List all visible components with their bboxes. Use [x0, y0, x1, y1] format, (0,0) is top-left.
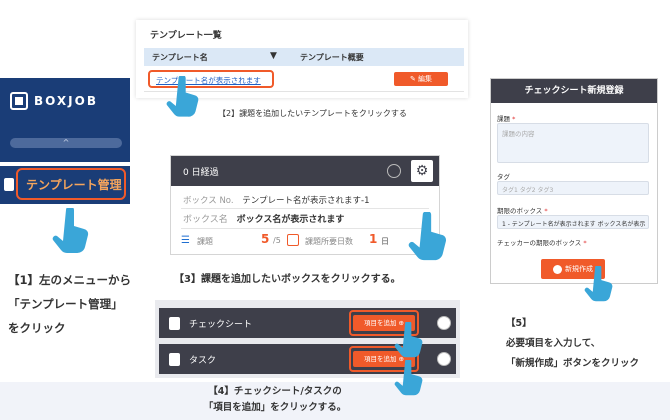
step5-caption: 【5】 必要項目を入力して、 「新規作成」ボタンをクリック [506, 314, 639, 374]
column-header-name[interactable]: テンプレート名 [152, 52, 208, 63]
box-number-label: ボックス No. [183, 196, 234, 206]
caption-line: 【5】 [506, 318, 532, 329]
textarea-placeholder: 課題の内容 [502, 130, 535, 138]
section-label: チェックシート [189, 320, 253, 330]
label-text: 課題 [497, 115, 510, 123]
box-card-header: 0 日経過 ⚙ [171, 156, 439, 186]
sidebar-menu: テンプレート管理 [0, 166, 130, 204]
label-text: 期限のボックス [497, 207, 543, 215]
add-item-label: 項目を追加 [363, 319, 397, 327]
checksheet-create-form: チェックシート新規登録 課題 * 課題の内容 タグ タグ1 タグ2 タグ3 期限… [490, 78, 658, 284]
section-label: タスク [189, 356, 217, 366]
task-list-icon [169, 353, 180, 366]
field-label-tag: タグ [497, 171, 510, 181]
days-value: 1 [369, 232, 378, 246]
task-label: 課題 [197, 237, 213, 246]
caption-line: をクリック [8, 321, 66, 335]
label-text: チェッカーの期限のボックス [497, 239, 582, 247]
caption-line: 「テンプレート管理」 [8, 297, 123, 311]
caption-line: 「項目を追加」をクリックする。 [203, 402, 347, 413]
pointing-hand-icon [584, 264, 614, 302]
step2-caption: 【2】課題を追加したいテンプレートをクリックする [218, 109, 407, 118]
toggle-circle-icon[interactable] [437, 316, 451, 330]
box-stats-row: ☰ 課題 5 /5 課題所要日数 1 日 [181, 232, 431, 250]
table-header: テンプレート名 ▼ テンプレート概要 [144, 48, 464, 66]
caption-line: 【4】チェックシート/タスクの [208, 386, 342, 397]
label-text: タグ [497, 173, 510, 181]
checksheet-icon [169, 317, 180, 330]
box-name-row: ボックス名 ボックス名が表示されます [183, 212, 344, 225]
panel-title: テンプレート一覧 [150, 31, 222, 41]
step1-caption: 【1】左のメニューから 「テンプレート管理」 をクリック [8, 268, 131, 340]
collapse-chevron-icon: ^ [62, 138, 70, 147]
form-title: チェックシート新規登録 [491, 79, 657, 103]
caption-line: 【1】左のメニューから [8, 273, 132, 287]
sidebar-collapse-button[interactable]: ^ [10, 138, 122, 148]
required-mark: * [512, 115, 516, 123]
pointing-hand-icon [408, 210, 448, 262]
pointing-hand-icon [394, 320, 424, 358]
toggle-circle-icon[interactable] [437, 352, 451, 366]
elapsed-days: 0 日経過 [183, 168, 219, 178]
box-number-row: ボックス No. テンプレート名が表示されます-1 [183, 194, 370, 206]
divider [181, 208, 429, 209]
edit-icon: ✎ [409, 75, 419, 83]
pointing-hand-icon [166, 74, 200, 118]
pointing-hand-icon [52, 206, 90, 254]
edit-button-label: 編集 [418, 75, 433, 83]
boxjob-logo: BOXJOB [10, 92, 98, 110]
calendar-icon [287, 234, 299, 246]
days-label: 課題所要日数 [305, 237, 353, 246]
sidebar-item-label: テンプレート管理 [26, 178, 122, 192]
status-circle-icon[interactable] [387, 164, 401, 178]
add-item-label: 項目を追加 [363, 355, 397, 363]
input-placeholder: タグ1 タグ2 タグ3 [502, 187, 554, 194]
field-label-checker-deadline: チェッカーの期限のボックス * [497, 237, 587, 247]
user-icon [553, 264, 562, 274]
box-name-value: ボックス名が表示されます [236, 215, 345, 225]
document-icon [4, 178, 14, 191]
divider [181, 228, 429, 229]
pointing-hand-icon [394, 358, 424, 396]
task-count: 5 [261, 232, 270, 246]
days-unit: 日 [381, 237, 389, 246]
sort-arrow-icon[interactable]: ▼ [270, 51, 277, 61]
box-name-label: ボックス名 [183, 215, 228, 225]
sidebar-item-template-management[interactable]: テンプレート管理 [16, 168, 126, 200]
tag-input[interactable]: タグ1 タグ2 タグ3 [497, 181, 649, 195]
caption-line: 必要項目を入力して、 [506, 338, 601, 349]
field-label-task: 課題 * [497, 113, 515, 123]
step4-caption: 【4】チェックシート/タスクの 「項目を追加」をクリックする。 [190, 384, 360, 416]
deadline-box-select[interactable]: 1 - テンプレート名が表示されます ボックス名が表示 [497, 215, 649, 229]
required-mark: * [544, 207, 548, 215]
box-card[interactable]: 0 日経過 ⚙ ボックス No. テンプレート名が表示されます-1 ボックス名 … [170, 155, 440, 255]
field-label-deadline-box: 期限のボックス * [497, 205, 548, 215]
required-mark: * [583, 239, 587, 247]
step3-caption: 【3】課題を追加したいボックスをクリックする。 [174, 274, 401, 285]
box-number-value: テンプレート名が表示されます-1 [242, 196, 370, 206]
task-textarea[interactable]: 課題の内容 [497, 123, 649, 163]
logo-mark-icon [10, 92, 28, 110]
task-total: /5 [273, 236, 281, 245]
task-list-icon: ☰ [181, 235, 190, 246]
caption-line: 「新規作成」ボタンをクリック [506, 358, 640, 369]
edit-button[interactable]: ✎ 編集 [394, 72, 448, 86]
sidebar-header: BOXJOB ^ [0, 78, 130, 162]
select-value: 1 - テンプレート名が表示されます ボックス名が表示 [502, 221, 646, 228]
gear-icon[interactable]: ⚙ [411, 160, 433, 182]
logo-text: BOXJOB [34, 94, 98, 108]
column-header-summary: テンプレート概要 [300, 53, 364, 62]
